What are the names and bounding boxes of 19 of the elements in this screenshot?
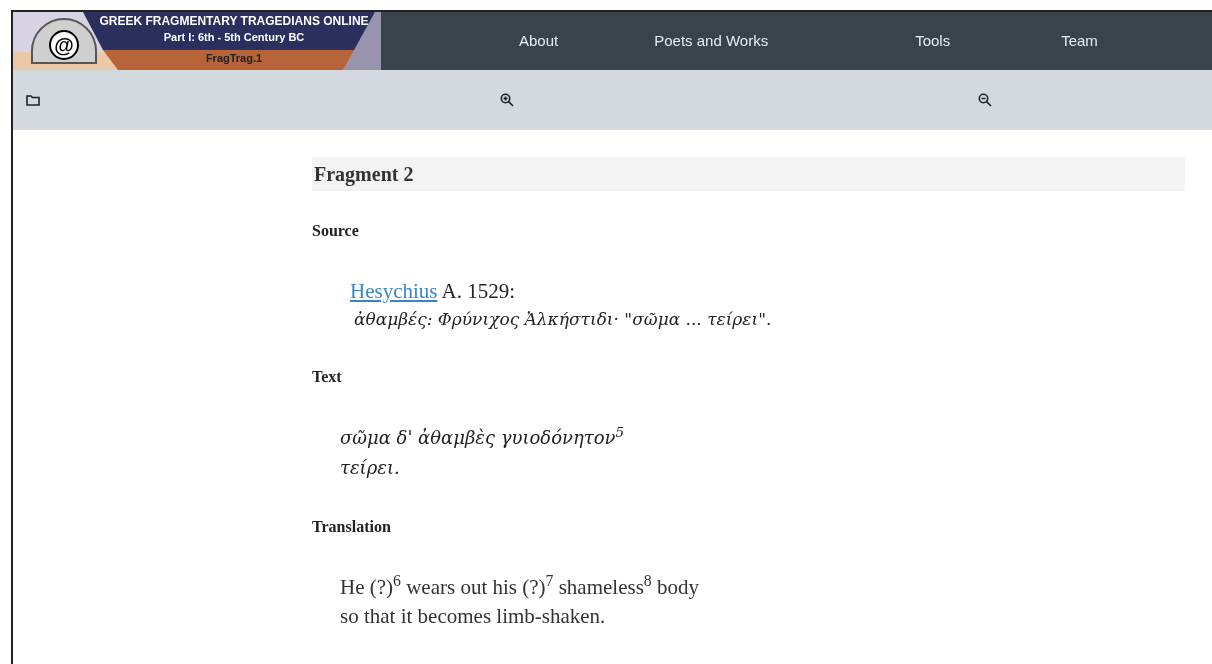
nav-link[interactable]: Team — [1061, 29, 1098, 53]
banner-edition: FragTrag.1 — [205, 51, 263, 66]
section-title: Source — [312, 221, 360, 241]
translation-line: He (?)$^{6}$ wears out his (?)$^{7}$ shameless$^{8}$ body — [340, 573, 700, 601]
greek-verse-line: σῶμα δ' ἀθαμβὲς γυιοδόνητον$^{5}$ — [340, 423, 626, 450]
translation-line: so that it becomes limb-shaken. — [340, 603, 607, 630]
fragment-heading: Fragment 2 — [314, 162, 414, 188]
author-link[interactable]: Hesychius — [350, 279, 438, 303]
nav-link[interactable]: About — [519, 29, 559, 53]
logo-mark: @ — [49, 30, 79, 60]
banner-title: GREEK FRAGMENTARY TRAGEDIANS ONLINE — [99, 14, 369, 29]
section-title: Translation — [312, 517, 392, 537]
nav-link[interactable]: Poets and Works — [654, 29, 769, 53]
greek-verse-line: τείρει. — [340, 456, 401, 480]
nav-link[interactable]: Tools — [915, 29, 951, 53]
banner-subtitle: Part I: 6th - 5th Century BC — [163, 30, 305, 45]
source-citation: Hesychius A. 1529: — [350, 278, 517, 305]
greek-quote: ἀθαμβές: Φρύνιχος Ἀλκήστιδι· "σῶμα ... τείρει". — [353, 308, 773, 331]
section-title: Text — [312, 367, 343, 387]
